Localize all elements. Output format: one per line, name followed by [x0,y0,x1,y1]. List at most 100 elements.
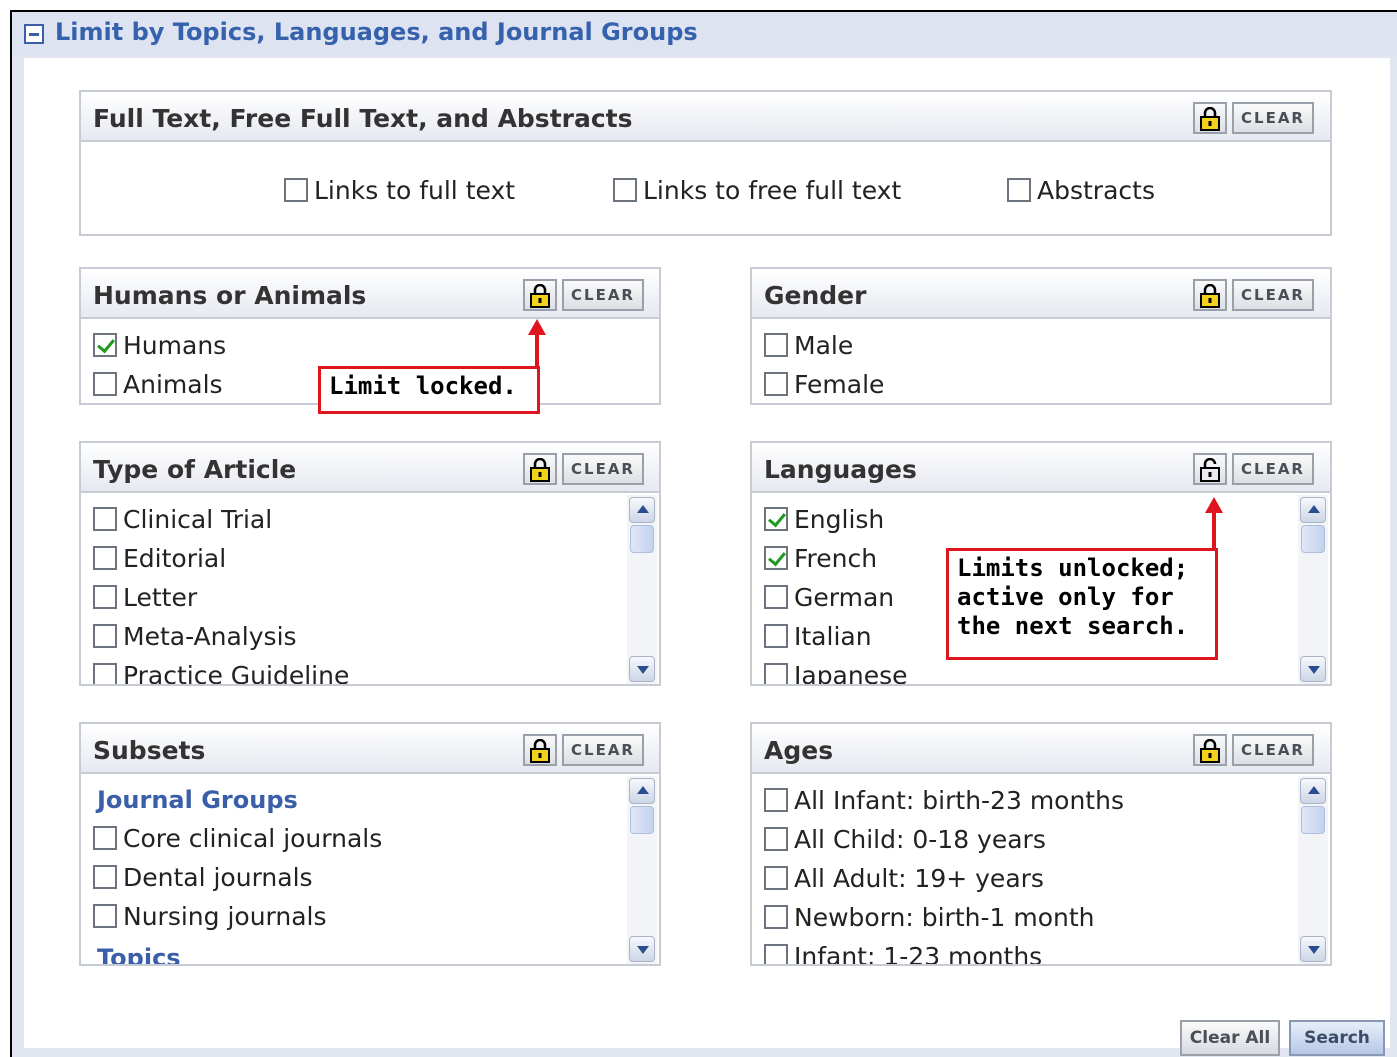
unlock-icon[interactable] [1193,453,1227,485]
scroll-up-icon[interactable] [629,497,655,523]
scroll-down-icon[interactable] [1300,656,1326,682]
clear-button[interactable]: CLEAR [562,279,644,311]
checkbox[interactable] [764,372,788,396]
checkbox[interactable] [764,585,788,609]
checkbox-core-clinical-journals[interactable]: Core clinical journals [93,821,382,855]
checkbox-editorial[interactable]: Editorial [93,541,226,575]
checkbox-clinical-trial[interactable]: Clinical Trial [93,502,272,536]
checkbox-label: All Infant: birth-23 months [794,785,1124,815]
checkbox[interactable] [93,865,117,889]
scroll-down-icon[interactable] [629,656,655,682]
checkbox[interactable] [764,333,788,357]
callout-limit-locked: Limit locked. [318,366,540,414]
scroll-down-icon[interactable] [629,936,655,962]
checkbox[interactable] [613,178,637,202]
checkbox-all-adult[interactable]: All Adult: 19+ years [764,861,1044,895]
checkbox[interactable] [764,905,788,929]
checkbox[interactable] [764,624,788,648]
scroll-thumb[interactable] [1301,806,1325,834]
scroll-down-icon[interactable] [1300,936,1326,962]
checkbox[interactable] [93,372,117,396]
options-list[interactable]: All Infant: birth-23 months All Child: 0… [754,776,1298,964]
checkbox-label: Editorial [123,543,227,573]
checkbox-german[interactable]: German [764,580,894,614]
checkbox-label: All Adult: 19+ years [794,863,1044,893]
checkbox[interactable] [284,178,308,202]
scrollbar[interactable] [1298,776,1328,964]
checkbox-all-child[interactable]: All Child: 0-18 years [764,822,1046,856]
checkbox[interactable] [764,788,788,812]
checkbox-japanese[interactable]: Japanese [764,658,908,684]
lock-icon[interactable] [1193,279,1227,311]
clear-button[interactable]: CLEAR [1232,102,1314,134]
scroll-up-icon[interactable] [1300,497,1326,523]
clear-button[interactable]: CLEAR [562,734,644,766]
checkbox-english[interactable]: English [764,502,884,536]
checkbox[interactable] [93,624,117,648]
scroll-thumb[interactable] [630,525,654,553]
checkbox-letter[interactable]: Letter [93,580,197,614]
checkbox[interactable] [764,944,788,964]
options-list[interactable]: Journal Groups Core clinical journals De… [83,776,627,964]
scroll-thumb[interactable] [1301,525,1325,553]
checkbox[interactable] [764,866,788,890]
checkbox-newborn[interactable]: Newborn: birth-1 month [764,900,1095,934]
checkbox-label: Abstracts [1037,175,1155,205]
checkbox-french[interactable]: French [764,541,877,575]
checkbox-female[interactable]: Female [764,367,884,401]
checkbox-label: Animals [123,369,223,399]
scroll-thumb[interactable] [630,806,654,834]
lock-icon[interactable] [523,279,557,311]
checkbox-infant[interactable]: Infant: 1-23 months [764,939,1042,964]
search-button[interactable]: Search [1289,1020,1385,1056]
checkbox-animals[interactable]: Animals [93,367,223,401]
options-list[interactable]: Clinical Trial Editorial Letter Meta-Ana… [83,495,627,684]
clear-button[interactable]: CLEAR [1232,279,1314,311]
lock-icon[interactable] [523,453,557,485]
lock-icon[interactable] [1193,102,1227,134]
checkbox[interactable] [1007,178,1031,202]
checkbox-nursing-journals[interactable]: Nursing journals [93,899,327,933]
arrow-up-icon [1205,497,1223,513]
checkbox-abstracts[interactable]: Abstracts [1007,173,1155,207]
scrollbar[interactable] [627,776,657,964]
checkbox-checked[interactable] [764,507,788,531]
lock-icon[interactable] [1193,734,1227,766]
checkbox-links-free-full-text[interactable]: Links to free full text [613,173,901,207]
scroll-up-icon[interactable] [629,778,655,804]
scrollbar[interactable] [1298,495,1328,684]
checkbox-checked[interactable] [93,333,117,357]
scrollbar[interactable] [627,495,657,684]
panel-title: Languages [764,455,917,484]
checkbox-male[interactable]: Male [764,328,853,362]
checkbox-label: All Child: 0-18 years [794,824,1046,854]
panel-title: Gender [764,281,867,310]
checkbox[interactable] [764,663,788,684]
clear-button[interactable]: CLEAR [562,453,644,485]
clear-all-button[interactable]: Clear All [1180,1020,1280,1056]
checkbox-practice-guideline[interactable]: Practice Guideline [93,658,349,684]
checkbox[interactable] [93,904,117,928]
clear-button[interactable]: CLEAR [1232,734,1314,766]
checkbox-meta-analysis[interactable]: Meta-Analysis [93,619,297,653]
checkbox[interactable] [93,663,117,684]
checkbox[interactable] [93,585,117,609]
checkbox-italian[interactable]: Italian [764,619,872,653]
checkbox-checked[interactable] [764,546,788,570]
collapse-icon[interactable] [24,24,44,44]
checkbox-links-full-text[interactable]: Links to full text [284,173,515,207]
checkbox-all-infant[interactable]: All Infant: birth-23 months [764,783,1124,817]
checkbox[interactable] [93,826,117,850]
panel-header: Type of Article CLEAR [81,443,659,493]
checkbox[interactable] [93,546,117,570]
panel-title: Ages [764,736,834,765]
lock-icon[interactable] [523,734,557,766]
checkbox[interactable] [764,827,788,851]
checkbox-label: Practice Guideline [123,660,350,685]
panel-full-text: Full Text, Free Full Text, and Abstracts… [79,90,1332,236]
scroll-up-icon[interactable] [1300,778,1326,804]
checkbox-humans[interactable]: Humans [93,328,226,362]
checkbox[interactable] [93,507,117,531]
clear-button[interactable]: CLEAR [1232,453,1314,485]
checkbox-dental-journals[interactable]: Dental journals [93,860,313,894]
